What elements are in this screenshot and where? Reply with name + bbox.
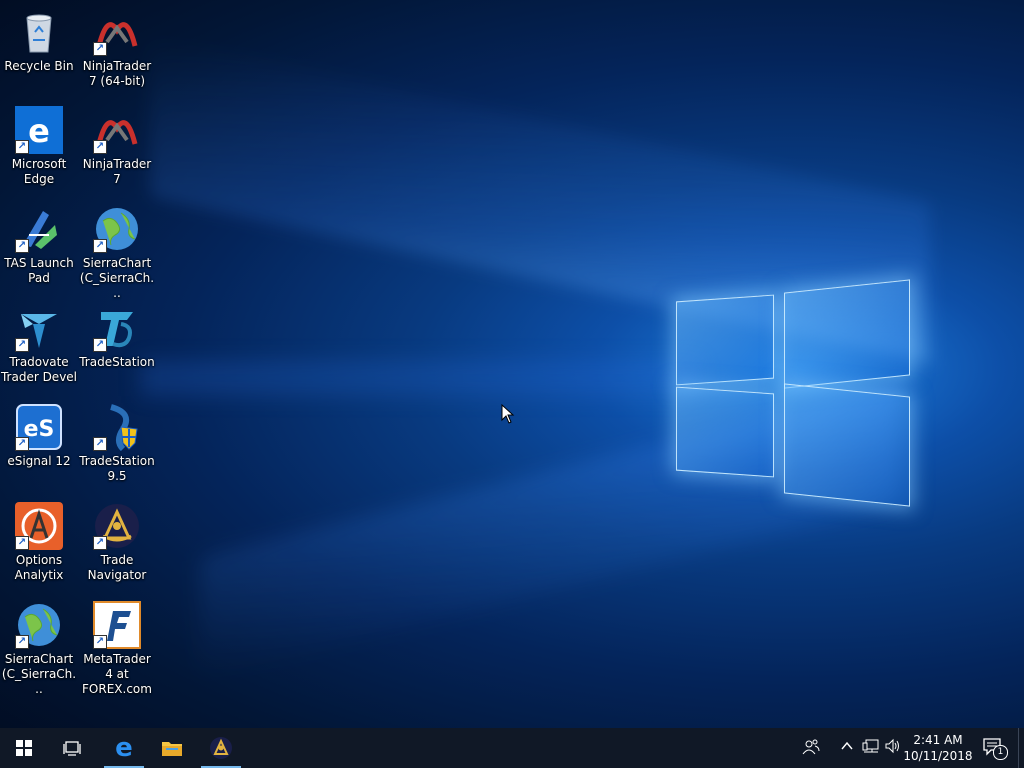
desktop-icon-recycle-bin[interactable]: Recycle Bin xyxy=(0,8,78,74)
desktop[interactable]: Recycle Bin e ↗ Microsoft Edge ↗ TAS Lau… xyxy=(0,0,1024,728)
desktop-icon-tradestation-95[interactable]: ↗ TradeStation 9.5 xyxy=(78,403,156,484)
shortcut-arrow-icon: ↗ xyxy=(15,140,29,154)
show-hidden-icons-button[interactable] xyxy=(840,738,854,758)
shortcut-arrow-icon: ↗ xyxy=(15,239,29,253)
esignal-icon: eS ↗ xyxy=(15,403,63,451)
shortcut-arrow-icon: ↗ xyxy=(93,42,107,56)
recycle-bin-icon xyxy=(15,8,63,56)
network-icon[interactable] xyxy=(862,738,880,758)
taskbar: e 2:41 AM 10/11/2018 1 xyxy=(0,728,1024,768)
clock-time: 2:41 AM xyxy=(913,733,963,747)
ninjatrader-icon: ↗ xyxy=(93,8,141,56)
desktop-icon-tradovate[interactable]: ↗ Tradovate Trader Devel xyxy=(0,304,78,385)
options-analytix-icon: ↗ xyxy=(15,502,63,550)
shortcut-arrow-icon: ↗ xyxy=(15,536,29,550)
trade-navigator-icon xyxy=(210,737,232,759)
notification-center-button[interactable]: 1 xyxy=(983,737,1008,761)
edge-icon: e ↗ xyxy=(15,106,63,154)
taskbar-edge-button[interactable]: e xyxy=(100,728,148,768)
chevron-up-icon xyxy=(841,741,853,750)
mouse-cursor-icon xyxy=(501,403,515,428)
file-explorer-icon xyxy=(162,742,182,756)
metatrader-icon: ↗ xyxy=(93,601,141,649)
clock-date: 10/11/2018 xyxy=(903,749,973,763)
icon-label: Microsoft Edge xyxy=(11,157,67,186)
icon-label: NinjaTrader 7 xyxy=(82,157,152,186)
icon-label: eSignal 12 xyxy=(7,454,71,468)
icon-label: SierraChart (C_SierraCh... xyxy=(1,652,77,696)
windows-start-icon xyxy=(16,740,32,756)
edge-icon: e xyxy=(115,733,133,763)
globe-icon: ↗ xyxy=(93,205,141,253)
show-desktop-button[interactable] xyxy=(1018,728,1024,768)
wallpaper-light-beam xyxy=(140,360,700,396)
shortcut-arrow-icon: ↗ xyxy=(15,437,29,451)
shortcut-arrow-icon: ↗ xyxy=(93,635,107,649)
desktop-icon-trade-navigator[interactable]: ↗ Trade Navigator xyxy=(78,502,156,583)
icon-label: TradeStation xyxy=(79,355,155,369)
icon-label: Trade Navigator xyxy=(87,553,147,582)
tradestation-shield-icon: ↗ xyxy=(93,403,141,452)
windows-logo-wallpaper xyxy=(660,250,930,530)
icon-label: TAS Launch Pad xyxy=(4,256,74,285)
svg-text:e: e xyxy=(28,112,50,150)
taskbar-file-explorer-button[interactable] xyxy=(148,728,196,768)
desktop-icon-tradestation[interactable]: ↗ TradeStation xyxy=(78,304,156,370)
shortcut-arrow-icon: ↗ xyxy=(93,140,107,154)
icon-label: MetaTrader 4 at FOREX.com xyxy=(82,652,152,696)
icon-label: SierraChart (C_SierraCh... xyxy=(79,256,155,300)
start-button[interactable] xyxy=(0,728,48,768)
sextant-icon: ↗ xyxy=(93,502,141,550)
notification-count-badge: 1 xyxy=(993,745,1008,760)
taskbar-clock[interactable]: 2:41 AM 10/11/2018 xyxy=(900,732,976,764)
shortcut-arrow-icon: ↗ xyxy=(15,338,29,352)
shortcut-arrow-icon: ↗ xyxy=(93,437,107,451)
icon-label: TradeStation 9.5 xyxy=(79,454,155,483)
task-view-icon xyxy=(63,741,81,756)
tradovate-icon: ↗ xyxy=(15,304,63,352)
desktop-icon-sierrachart-1[interactable]: ↗ SierraChart (C_SierraCh... xyxy=(78,205,156,301)
shortcut-arrow-icon: ↗ xyxy=(93,239,107,253)
icon-label: Options Analytix xyxy=(14,553,64,582)
desktop-icon-options-analytix[interactable]: ↗ Options Analytix xyxy=(0,502,78,583)
ninjatrader-icon: ↗ xyxy=(93,106,141,154)
people-icon[interactable] xyxy=(802,738,820,760)
desktop-icon-ninjatrader-64[interactable]: ↗ NinjaTrader 7 (64-bit) xyxy=(78,8,156,89)
task-view-button[interactable] xyxy=(48,728,96,768)
taskbar-trade-navigator-button[interactable] xyxy=(197,728,245,768)
desktop-icon-microsoft-edge[interactable]: e ↗ Microsoft Edge xyxy=(0,106,78,187)
shortcut-arrow-icon: ↗ xyxy=(15,635,29,649)
desktop-icon-metatrader[interactable]: ↗ MetaTrader 4 at FOREX.com xyxy=(78,601,156,697)
icon-label: Tradovate Trader Devel xyxy=(0,355,78,384)
icon-label: NinjaTrader 7 (64-bit) xyxy=(82,59,152,88)
icon-label: Recycle Bin xyxy=(4,59,74,73)
tas-launchpad-icon: ↗ xyxy=(15,205,63,253)
shortcut-arrow-icon: ↗ xyxy=(93,536,107,550)
desktop-icon-ninjatrader[interactable]: ↗ NinjaTrader 7 xyxy=(78,106,156,187)
desktop-icon-sierrachart-2[interactable]: ↗ SierraChart (C_SierraCh... xyxy=(0,601,78,697)
globe-icon: ↗ xyxy=(15,601,63,649)
desktop-icon-tas-launch-pad[interactable]: ↗ TAS Launch Pad xyxy=(0,205,78,286)
shortcut-arrow-icon: ↗ xyxy=(93,338,107,352)
desktop-icon-esignal[interactable]: eS ↗ eSignal 12 xyxy=(0,403,78,469)
tradestation-icon: ↗ xyxy=(93,304,141,352)
